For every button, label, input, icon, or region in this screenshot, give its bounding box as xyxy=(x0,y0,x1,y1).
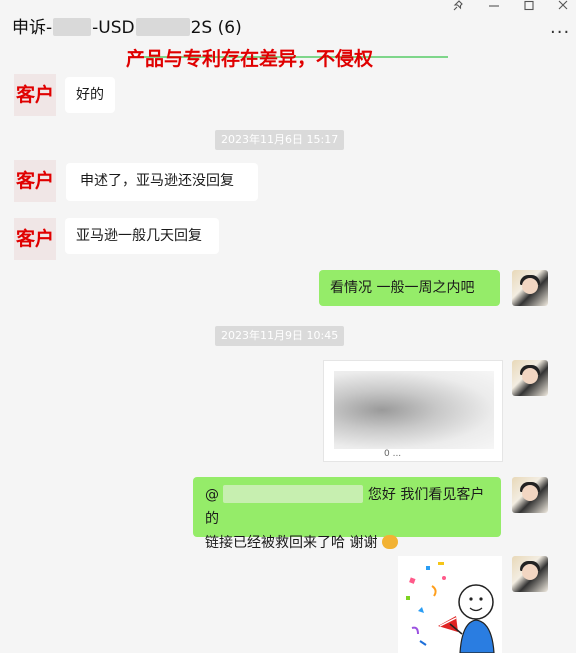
avatar-face xyxy=(522,368,538,384)
message-bubble[interactable]: 看情况 一般一周之内吧 xyxy=(319,270,500,306)
avatar-face xyxy=(522,564,538,580)
blurred-image xyxy=(334,371,494,449)
redacted-mention xyxy=(223,485,364,503)
avatar-label: 客户 xyxy=(16,170,55,192)
message-text: 看情况 一般一周之内吧 xyxy=(330,280,475,296)
mention-prefix: @ xyxy=(205,487,219,503)
message-text: 亚马逊一般几天回复 xyxy=(76,228,202,244)
minimize-icon[interactable] xyxy=(487,0,501,12)
message-text: 链接已经被救回来了哈 谢谢 xyxy=(205,535,378,551)
message-bubble[interactable]: 亚马逊一般几天回复 xyxy=(65,218,219,254)
redacted-block xyxy=(135,18,190,36)
avatar-face xyxy=(522,485,538,501)
message-line-1: @ 您好 我们看见客户的 xyxy=(205,483,489,531)
handshake-emoji-icon xyxy=(381,535,398,549)
pin-icon[interactable] xyxy=(452,0,466,12)
avatar[interactable]: 客户 xyxy=(14,74,56,116)
message-bubble[interactable]: 好的 xyxy=(65,77,115,113)
avatar[interactable] xyxy=(512,477,548,513)
annotation-banner: 产品与专利存在差异，不侵权 xyxy=(126,48,374,70)
chat-title-prefix: 申诉- xyxy=(12,18,53,38)
message-text: 申述了，亚马逊还没回复 xyxy=(80,173,234,189)
chat-title-middle: -USD xyxy=(92,18,135,38)
chat-title: 申诉- -USD 2S (6) xyxy=(12,13,242,38)
sticker-art xyxy=(406,562,495,653)
avatar[interactable]: 客户 xyxy=(14,160,56,202)
message-bubble[interactable]: 申述了，亚马逊还没回复 xyxy=(66,163,258,201)
avatar[interactable] xyxy=(512,556,548,592)
more-options-button[interactable]: ··· xyxy=(550,22,570,43)
avatar[interactable] xyxy=(512,270,548,306)
avatar-label: 客户 xyxy=(16,228,55,250)
message-text: 好的 xyxy=(76,87,104,103)
chat-title-bar: 申诉- -USD 2S (6) ··· xyxy=(0,0,576,50)
chat-title-suffix: 2S (6) xyxy=(190,18,242,38)
redacted-block xyxy=(53,18,92,36)
avatar-face xyxy=(522,278,538,294)
avatar[interactable]: 客户 xyxy=(14,218,56,260)
image-message[interactable]: 0 ... xyxy=(323,360,503,462)
close-icon[interactable] xyxy=(556,0,570,12)
maximize-icon[interactable] xyxy=(522,0,536,12)
timestamp: 2023年11月6日 15:17 xyxy=(215,130,345,150)
timestamp: 2023年11月9日 10:45 xyxy=(215,326,345,346)
celebration-sticker-icon[interactable] xyxy=(398,556,502,653)
image-caption: 0 ... xyxy=(384,449,402,459)
message-line-2: 链接已经被救回来了哈 谢谢 xyxy=(205,531,489,555)
avatar[interactable] xyxy=(512,360,548,396)
message-bubble[interactable]: @ 您好 我们看见客户的 链接已经被救回来了哈 谢谢 xyxy=(193,477,501,551)
avatar-label: 客户 xyxy=(16,84,55,106)
